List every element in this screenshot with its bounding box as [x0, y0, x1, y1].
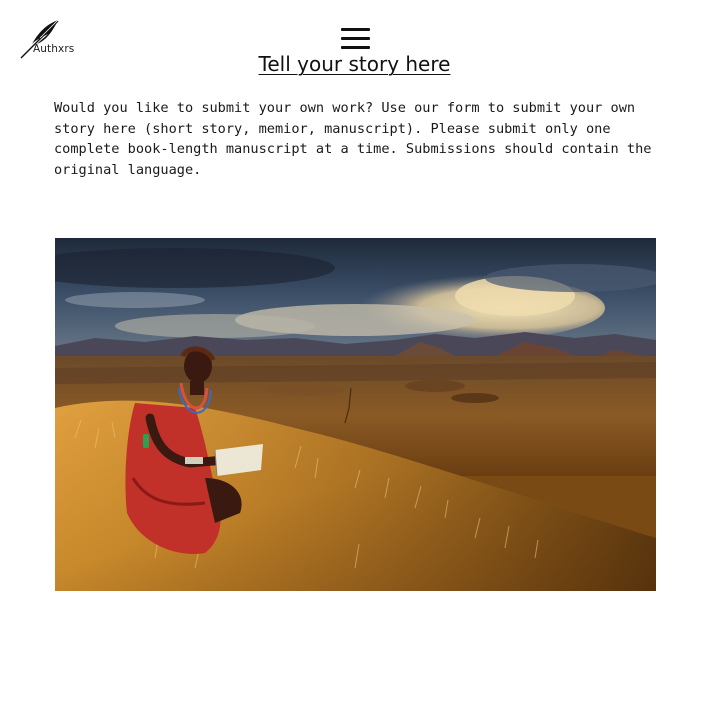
- intro-paragraph: Would you like to submit your own work? …: [54, 100, 652, 178]
- page-title-link[interactable]: Tell your story here: [259, 52, 451, 76]
- hero-image: [55, 238, 656, 591]
- page-title: Tell your story here: [0, 52, 709, 76]
- hamburger-menu-icon[interactable]: [341, 27, 370, 52]
- landscape-photo: [55, 238, 656, 591]
